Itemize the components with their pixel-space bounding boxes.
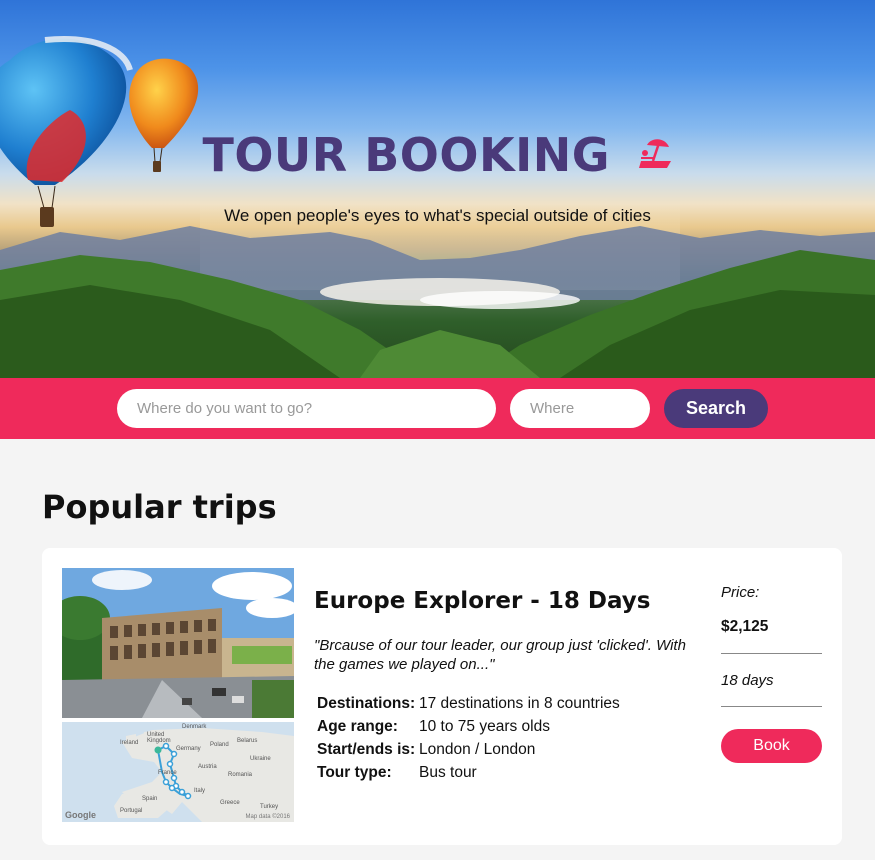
- trip-route-map[interactable]: Denmark United Kingdom Ireland Belarus G…: [62, 722, 294, 822]
- detail-label: Destinations:: [317, 695, 416, 712]
- hero-subtitle: We open people's eyes to what's special …: [224, 206, 651, 225]
- book-button[interactable]: Book: [721, 729, 822, 763]
- detail-row-age-range: Age range: 10 to 75 years olds: [317, 715, 620, 738]
- map-label-romania: Romania: [228, 772, 253, 778]
- detail-row-tour-type: Tour type: Bus tour: [317, 761, 620, 784]
- trip-card: Denmark United Kingdom Ireland Belarus G…: [42, 548, 842, 845]
- search-button[interactable]: Search: [664, 389, 768, 428]
- map-label-denmark: Denmark: [182, 724, 207, 730]
- where-input[interactable]: Where: [510, 389, 650, 428]
- detail-row-destinations: Destinations: 17 destinations in 8 count…: [317, 692, 620, 715]
- map-label-portugal: Portugal: [120, 808, 143, 814]
- hero-banner: TOUR BOOKING We open people's eyes to wh…: [0, 0, 875, 378]
- map-label-austria: Austria: [198, 764, 217, 770]
- map-label-ireland: Ireland: [120, 740, 139, 746]
- detail-value: 17 destinations in 8 countries: [419, 695, 620, 712]
- detail-row-start-end: Start/ends is: London / London: [317, 738, 620, 761]
- destination-search-input[interactable]: Where do you want to go?: [117, 389, 496, 428]
- map-label-poland: Poland: [210, 742, 229, 748]
- detail-value: London / London: [419, 741, 536, 758]
- detail-label: Age range:: [317, 718, 398, 735]
- trip-title[interactable]: Europe Explorer - 18 Days: [314, 588, 650, 614]
- map-label-france: France: [158, 770, 177, 776]
- trip-details: Destinations: 17 destinations in 8 count…: [317, 692, 620, 784]
- search-bar: Where do you want to go? Where Search: [0, 378, 875, 439]
- trip-duration: 18 days: [721, 672, 774, 689]
- map-credit: Map data ©2016: [245, 814, 290, 820]
- trip-photo[interactable]: [62, 568, 294, 718]
- trip-review-quote: "Brcause of our tour leader, our group j…: [314, 637, 686, 673]
- detail-value: Bus tour: [419, 764, 477, 781]
- page-title-text: TOUR BOOKING: [202, 128, 611, 182]
- hero-landscape-image: [0, 36, 875, 378]
- map-label-italy: Italy: [194, 788, 206, 794]
- price-label: Price:: [721, 584, 760, 601]
- beach-umbrella-icon: [637, 128, 673, 182]
- detail-value: 10 to 75 years olds: [419, 718, 550, 735]
- map-label-germany: Germany: [176, 746, 201, 752]
- section-title: Popular trips: [42, 488, 277, 526]
- divider: [721, 706, 822, 707]
- map-label-belarus: Belarus: [237, 738, 258, 744]
- price-value: $2,125: [721, 618, 769, 635]
- map-label-spain: Spain: [142, 796, 158, 802]
- map-label-turkey: Turkey: [260, 804, 279, 810]
- google-logo: Google: [65, 810, 96, 820]
- page-title: TOUR BOOKING: [0, 128, 875, 186]
- map-label-uk: United Kingdom: [147, 732, 171, 744]
- map-label-greece: Greece: [220, 800, 240, 806]
- detail-label: Start/ends is:: [317, 741, 416, 758]
- detail-label: Tour type:: [317, 764, 392, 781]
- map-label-ukraine: Ukraine: [250, 756, 271, 762]
- divider: [721, 653, 822, 654]
